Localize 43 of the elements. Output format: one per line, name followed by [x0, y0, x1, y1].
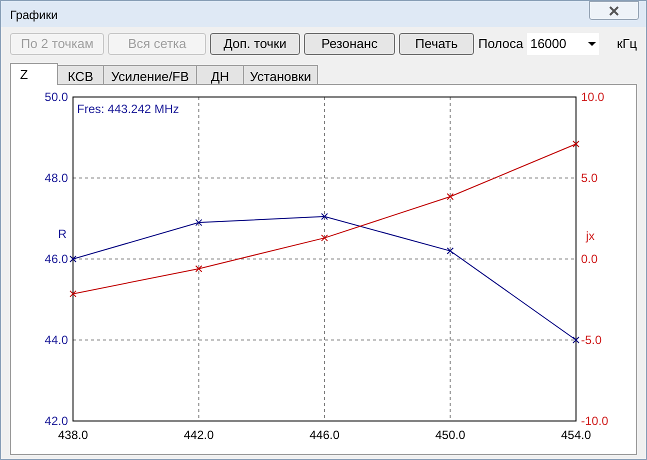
close-button[interactable] [589, 1, 639, 20]
band-unit: кГц [616, 34, 637, 53]
y2-tick-label: 0.0 [581, 252, 598, 266]
y-tick-label: 46.0 [44, 252, 68, 266]
data-point-marker [446, 247, 454, 254]
band-label: Полоса [478, 34, 524, 53]
toolbar-button[interactable]: Печать [398, 32, 474, 54]
y-tick-label: 50.0 [44, 90, 68, 104]
data-point-marker [321, 212, 328, 220]
band-select[interactable]: 16000 [527, 32, 599, 54]
y-tick-label: 44.0 [44, 333, 68, 347]
close-icon [609, 6, 619, 16]
x-tick-label: 442.0 [184, 428, 214, 442]
y2-axis-label: jx [586, 229, 595, 243]
data-point-marker [195, 219, 202, 226]
tab[interactable]: Z [10, 63, 58, 85]
tab[interactable]: Усиление/FB [103, 65, 197, 84]
y2-tick-label: -10.0 [581, 414, 608, 428]
tab[interactable]: ДН [196, 65, 244, 84]
data-point-marker [321, 234, 328, 242]
x-tick-label: 438.0 [58, 428, 88, 442]
data-point-marker [446, 193, 454, 200]
data-point-marker [572, 336, 580, 344]
data-point-marker [572, 140, 580, 148]
x-tick-label: 454.0 [560, 428, 592, 442]
tab[interactable]: КСВ [57, 65, 104, 84]
data-point-marker [70, 256, 76, 262]
x-tick-label: 446.0 [309, 428, 340, 442]
y-tick-label: 48.0 [44, 171, 68, 185]
data-point-marker [70, 290, 76, 298]
resonance-annotation: Fres: 443.242 MHz [77, 102, 180, 116]
toolbar-button[interactable]: Резонанс [304, 32, 395, 54]
y2-tick-label: -5.0 [581, 333, 602, 347]
x-tick-label: 450.0 [435, 428, 466, 442]
toolbar-button[interactable]: Доп. точки [210, 32, 300, 54]
y2-tick-label: 5.0 [581, 171, 598, 185]
dropdown-arrow-icon [588, 42, 596, 46]
y-tick-label: 42.0 [44, 414, 68, 428]
tab[interactable]: Установки [243, 65, 318, 84]
y-axis-label: R [58, 227, 67, 241]
window-title: Графики [10, 7, 58, 24]
data-point-marker [195, 265, 202, 272]
y2-tick-label: 10.0 [581, 90, 604, 104]
